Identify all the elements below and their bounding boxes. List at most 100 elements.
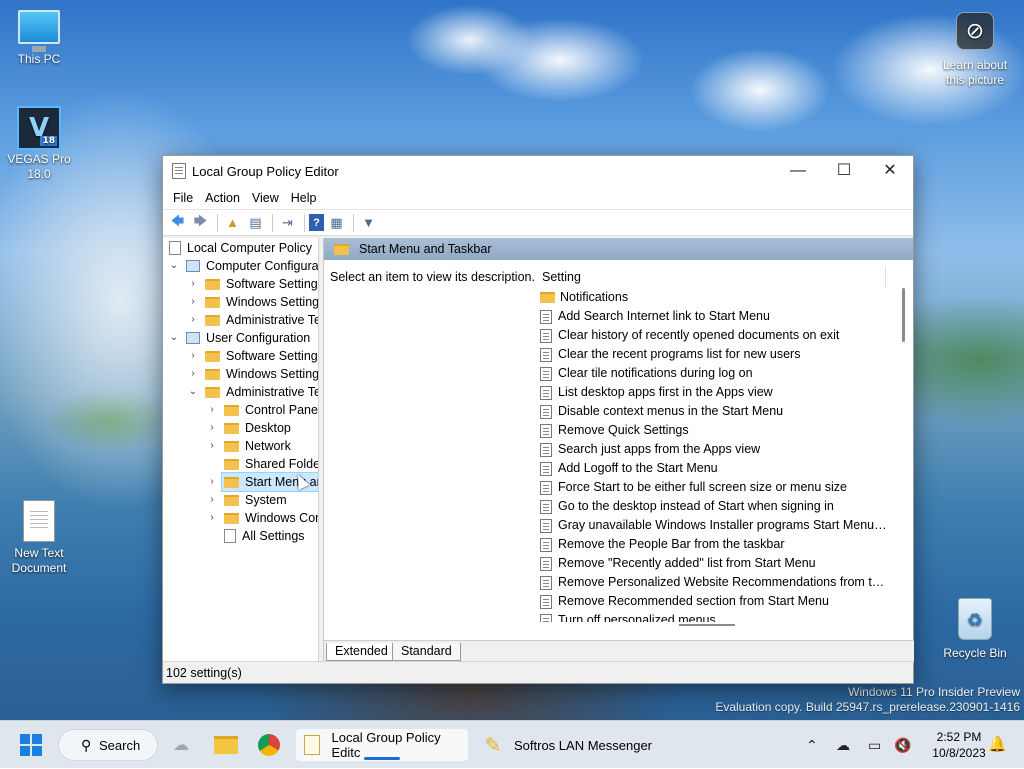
horizontal-scrollbar[interactable] <box>679 624 735 626</box>
menu-help[interactable]: Help <box>285 191 323 205</box>
tree-item-shared-folders[interactable]: Shared Folder <box>206 455 318 473</box>
desktop-icon-vegas-pro[interactable]: V 18 VEGAS Pro 18.0 <box>0 106 78 182</box>
folder-icon <box>205 368 220 380</box>
desktop-icon-label: Document <box>11 561 67 575</box>
chevron-right-icon[interactable]: › <box>206 509 218 527</box>
policy-setting-row[interactable]: Turn off personalized menus <box>536 611 896 622</box>
chevron-right-icon[interactable]: › <box>206 437 218 455</box>
setting-label: Clear tile notifications during log on <box>558 366 753 380</box>
tab-standard[interactable]: Standard <box>392 643 461 661</box>
network-icon[interactable]: ▭ <box>868 721 881 769</box>
taskbar-search[interactable]: ⚲ Search <box>58 729 158 761</box>
tree-item-uc-windows-settings[interactable]: › Windows Setting <box>187 365 318 383</box>
policy-setting-row[interactable]: Remove Recommended section from Start Me… <box>536 592 896 611</box>
toolbar-separator <box>272 213 273 232</box>
taskbar-clock[interactable]: 2:52 PM 10/8/2023 <box>930 729 988 761</box>
policy-setting-row[interactable]: Go to the desktop instead of Start when … <box>536 497 896 516</box>
policy-setting-row[interactable]: Clear tile notifications during log on <box>536 364 896 383</box>
policy-setting-row[interactable]: Gray unavailable Windows Installer progr… <box>536 516 896 535</box>
chevron-right-icon[interactable]: › <box>187 311 199 329</box>
menu-action[interactable]: Action <box>199 191 246 205</box>
chevron-right-icon[interactable]: › <box>187 275 199 293</box>
tree-item-control-panel[interactable]: › Control Panel <box>206 401 318 419</box>
back-arrow-icon[interactable]: 🡄 <box>167 212 188 233</box>
policy-setting-row[interactable]: Disable context menus in the Start Menu <box>536 402 896 421</box>
camera-icon: ⊘ <box>956 12 994 50</box>
desktop-icon-new-text-document[interactable]: New Text Document <box>0 500 78 576</box>
taskbar-widgets[interactable]: ☁ <box>170 729 192 761</box>
volume-muted-icon[interactable]: 🔇 <box>894 721 911 769</box>
tree-item-system[interactable]: › System <box>206 491 286 509</box>
export-list-icon[interactable]: ⇥ <box>277 212 298 233</box>
column-header-setting[interactable]: Setting <box>536 266 886 288</box>
forward-arrow-icon[interactable]: 🡆 <box>190 212 211 233</box>
taskbar-softros-lan-messenger[interactable]: ✎ Softros LAN Messenger <box>482 729 652 761</box>
desktop-icon-this-pc[interactable]: This PC <box>0 10 78 67</box>
start-button[interactable] <box>20 734 42 756</box>
properties-icon[interactable]: ▦ <box>326 212 347 233</box>
policy-setting-row[interactable]: Add Search Internet link to Start Menu <box>536 307 896 326</box>
policy-setting-row[interactable]: Remove "Recently added" list from Start … <box>536 554 896 573</box>
minimize-button[interactable]: — <box>775 156 821 186</box>
chevron-right-icon[interactable]: › <box>187 365 199 383</box>
policy-setting-row[interactable]: Clear the recent programs list for new u… <box>536 345 896 364</box>
toolbar-separator <box>353 213 354 232</box>
tree-item-uc-software-settings[interactable]: › Software Settings <box>187 347 319 365</box>
tree-item-local-computer-policy[interactable]: Local Computer Policy <box>169 239 312 257</box>
setting-label: Remove the People Bar from the taskbar <box>558 537 785 551</box>
taskbar: ⚲ Search ☁ Local Group Policy Editc ✎ So… <box>0 720 1024 768</box>
tree-item-cc-administrative-templates[interactable]: › Administrative Te <box>187 311 318 329</box>
tree-item-cc-software-settings[interactable]: › Software Settings <box>187 275 318 293</box>
onedrive-icon[interactable]: ☁ <box>836 721 850 769</box>
chevron-right-icon[interactable]: › <box>206 491 218 509</box>
view-tabs: Extended Standard <box>324 640 914 662</box>
vertical-scrollbar[interactable] <box>902 288 905 342</box>
chevron-right-icon[interactable]: › <box>187 293 199 311</box>
policy-setting-row[interactable]: List desktop apps first in the Apps view <box>536 383 896 402</box>
show-hidden-icons-chevron-icon[interactable]: ⌃ <box>806 721 818 769</box>
policy-setting-row[interactable]: Force Start to be either full screen siz… <box>536 478 896 497</box>
chevron-down-icon[interactable]: ⌄ <box>168 329 180 347</box>
taskbar-file-explorer[interactable] <box>214 729 238 761</box>
policy-setting-row[interactable]: Remove the People Bar from the taskbar <box>536 535 896 554</box>
taskbar-chrome[interactable] <box>258 729 280 761</box>
policy-setting-row[interactable]: Search just apps from the Apps view <box>536 440 896 459</box>
tree-item-label: Software Settings <box>226 349 319 363</box>
title-bar[interactable]: Local Group Policy Editor — ☐ ✕ <box>163 156 913 186</box>
chevron-right-icon[interactable]: › <box>206 401 218 419</box>
folder-icon <box>205 296 220 308</box>
policy-setting-row[interactable]: Remove Quick Settings <box>536 421 896 440</box>
filter-icon[interactable]: ▼ <box>358 212 379 233</box>
policy-setting-row[interactable]: Remove Personalized Website Recommendati… <box>536 573 896 592</box>
maximize-button[interactable]: ☐ <box>821 156 867 186</box>
chevron-right-icon[interactable]: › <box>187 347 199 365</box>
tree-item-network[interactable]: › Network <box>206 437 291 455</box>
taskbar-local-group-policy-editor[interactable]: Local Group Policy Editc <box>296 729 468 761</box>
policy-setting-row[interactable]: Clear history of recently opened documen… <box>536 326 896 345</box>
chevron-down-icon[interactable]: ⌄ <box>187 383 199 401</box>
tree-item-user-configuration[interactable]: ⌄ User Configuration <box>168 329 310 347</box>
settings-list[interactable]: Setting Notifications Add Search Internet… <box>536 266 896 622</box>
tree-item-uc-administrative-templates[interactable]: ⌄ Administrative Te <box>187 383 318 401</box>
desktop-icon-recycle-bin[interactable]: ♻ Recycle Bin <box>936 598 1014 661</box>
tab-extended[interactable]: Extended <box>326 643 397 661</box>
tree-item-cc-windows-settings[interactable]: › Windows Setting <box>187 293 318 311</box>
tree-pane[interactable]: Local Computer Policy ⌄ Computer Configu… <box>163 238 319 662</box>
desktop-icon-learn-about-picture[interactable]: ⊘ Learn about this picture <box>936 12 1014 88</box>
notification-bell-icon[interactable]: 🔔 <box>988 735 1007 753</box>
menu-view[interactable]: View <box>246 191 285 205</box>
tree-item-all-settings[interactable]: All Settings <box>206 527 305 545</box>
chevron-right-icon[interactable]: › <box>206 473 218 491</box>
close-button[interactable]: ✕ <box>867 156 913 186</box>
chevron-right-icon[interactable]: › <box>206 419 218 437</box>
help-icon[interactable]: ? <box>309 214 324 231</box>
show-hide-tree-icon[interactable]: ▤ <box>245 212 266 233</box>
policy-setting-row[interactable]: Add Logoff to the Start Menu <box>536 459 896 478</box>
tree-item-windows-components[interactable]: › Windows Cor <box>206 509 318 527</box>
tree-item-computer-configuration[interactable]: ⌄ Computer Configura <box>168 257 318 275</box>
tree-item-desktop[interactable]: › Desktop <box>206 419 291 437</box>
menu-file[interactable]: File <box>167 191 199 205</box>
chevron-down-icon[interactable]: ⌄ <box>168 257 180 275</box>
settings-folder-row[interactable]: Notifications <box>536 288 896 307</box>
up-folder-icon[interactable]: ▲ <box>222 212 243 233</box>
